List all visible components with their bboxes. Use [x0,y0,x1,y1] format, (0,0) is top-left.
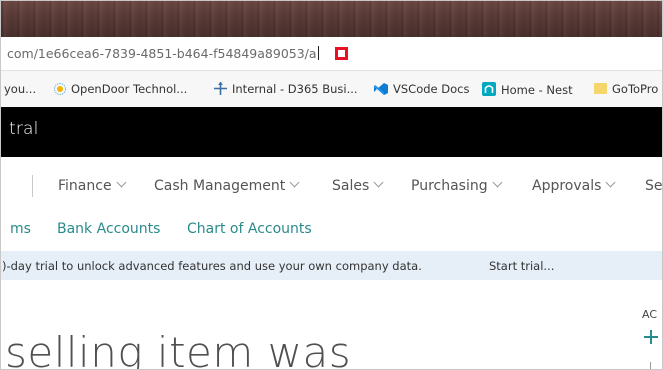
actions-label: AC [642,308,658,321]
favorite-label: VSCode Docs [393,82,470,96]
nav-item-label: Finance [58,178,112,194]
nav-item-label: Sales [332,178,370,194]
nav-item-label: Purchasing [411,178,488,194]
nav-item-label: Approvals [532,178,602,194]
nav-item-se[interactable]: Se [645,178,663,194]
app-header: tral [1,107,662,157]
chevron-down-icon [492,177,503,188]
stop-icon[interactable] [335,47,348,60]
text-caret [317,46,319,60]
favorite-item-opendoor[interactable]: OpenDoor Technol... [54,82,187,96]
favorite-item-internal-d365[interactable]: Internal - D365 Busi... [214,82,358,96]
favorites-bar: you... OpenDoor Technol... Internal - D3… [1,71,662,108]
main-navigation: Finance Cash Management Sales Purchasing… [1,158,663,214]
opendoor-icon [54,83,66,95]
address-bar[interactable]: com/1e66cea6-7839-4851-b464-f54849a89053… [1,37,662,71]
browser-window: com/1e66cea6-7839-4851-b464-f54849a89053… [0,0,663,370]
app-title[interactable]: tral [9,119,39,139]
favorite-label: Internal - D365 Busi... [232,82,358,96]
trial-banner: )-day trial to unlock advanced features … [1,251,662,280]
favorite-label: GoToPro [612,82,659,96]
favorite-item[interactable]: you... [4,82,36,96]
chevron-down-icon [289,177,300,188]
favorite-item-home-nest[interactable]: Home - Nest [482,82,573,97]
dynamics-icon [214,82,227,95]
nav-divider [32,175,33,197]
link-chart-of-accounts[interactable]: Chart of Accounts [187,221,312,237]
plus-icon[interactable] [644,330,658,344]
main-content: selling item was AC [1,280,662,370]
trial-banner-text: )-day trial to unlock advanced features … [2,259,422,273]
side-divider [650,362,651,369]
start-trial-link[interactable]: Start trial... [489,259,554,273]
link-bank-accounts[interactable]: Bank Accounts [57,221,160,237]
nav-item-label: Se [645,178,663,194]
nav-item-cash-management[interactable]: Cash Management [154,177,300,194]
nav-item-approvals[interactable]: Approvals [532,177,616,194]
vscode-icon [374,83,388,95]
nav-item-sales[interactable]: Sales [332,177,384,194]
chevron-down-icon [116,177,127,188]
folder-icon [594,83,607,94]
quick-links: ms Bank Accounts Chart of Accounts [1,214,662,250]
headline-text: selling item was [5,328,352,370]
nav-item-label: Cash Management [154,178,286,194]
link-items[interactable]: ms [10,221,31,237]
chevron-down-icon [605,177,616,188]
favorite-item-gotopro[interactable]: GoToPro [594,82,658,96]
favorite-item-vscode-docs[interactable]: VSCode Docs [374,82,469,96]
favorite-label: OpenDoor Technol... [71,82,188,96]
nest-icon [482,82,496,96]
address-url[interactable]: com/1e66cea6-7839-4851-b464-f54849a89053… [7,46,319,61]
favorite-label: you... [4,82,37,96]
nav-item-finance[interactable]: Finance [58,177,127,194]
nav-item-purchasing[interactable]: Purchasing [411,177,503,194]
favorite-label: Home - Nest [501,83,573,97]
chevron-down-icon [373,177,384,188]
desktop-background [1,1,662,37]
